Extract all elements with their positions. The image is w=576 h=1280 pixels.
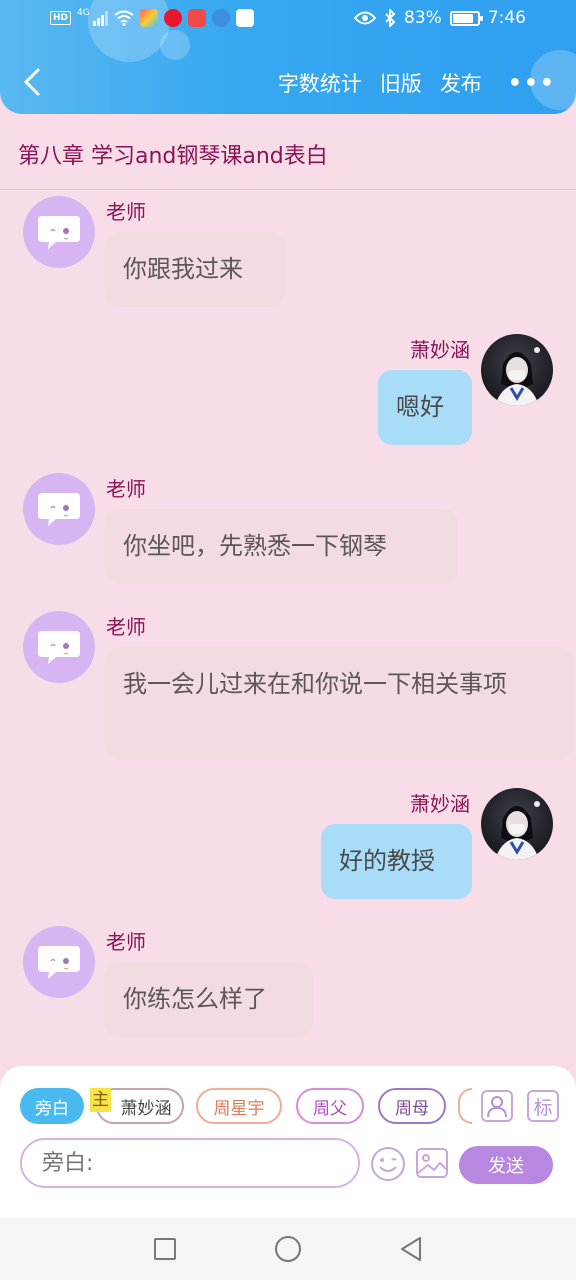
wifi-icon: [114, 10, 134, 26]
send-button[interactable]: 发送: [459, 1146, 553, 1184]
character-chip[interactable]: 周星宇: [196, 1088, 282, 1124]
user-photo: [495, 347, 540, 406]
teacher-avatar[interactable]: [23, 473, 95, 545]
sender-name: 老师: [106, 200, 146, 224]
image-icon[interactable]: [415, 1146, 449, 1180]
message-bubble[interactable]: 好的教授: [321, 824, 472, 899]
character-chip[interactable]: 周父: [296, 1088, 364, 1124]
teacher-avatar[interactable]: [23, 196, 95, 268]
user-avatar[interactable]: [481, 788, 553, 860]
network-type: 4G: [77, 8, 90, 18]
system-nav-bar: [0, 1218, 576, 1280]
message-bubble[interactable]: 嗯好: [378, 370, 472, 445]
sender-name: 萧妙涵: [410, 338, 470, 362]
message-bubble[interactable]: 你练怎么样了: [105, 962, 313, 1037]
character-chip-partial[interactable]: [458, 1088, 472, 1124]
main-tag: 主: [90, 1088, 111, 1112]
recent-apps-icon[interactable]: [154, 1238, 176, 1260]
sender-name: 老师: [106, 477, 146, 501]
character-chip[interactable]: 周母: [378, 1088, 446, 1124]
character-chip-main[interactable]: 主 萧妙涵: [90, 1088, 184, 1124]
eye-icon: [354, 11, 377, 25]
character-name: 萧妙涵: [120, 1098, 172, 1119]
user-avatar[interactable]: [481, 334, 553, 406]
chat-face-icon: [38, 631, 80, 664]
tag-button[interactable]: 标: [527, 1090, 559, 1122]
hd-badge: HD: [50, 11, 72, 25]
status-bar: HD 4G 83% 7:46: [0, 0, 576, 40]
clock: 7:46: [487, 8, 526, 28]
chat-face-icon: [38, 946, 80, 979]
narrator-chip[interactable]: 旁白: [20, 1088, 84, 1124]
chat-face-icon: [38, 216, 80, 249]
signal-icon: [92, 10, 108, 26]
bluetooth-icon: [385, 9, 396, 27]
message-bubble[interactable]: 我一会儿过来在和你说一下相关事项: [105, 647, 573, 760]
battery-percent: 83%: [404, 8, 442, 28]
message-bubble[interactable]: 你跟我过来: [105, 232, 285, 307]
message-bubble[interactable]: 你坐吧，先熟悉一下钢琴: [105, 509, 458, 584]
sender-name: 老师: [106, 615, 146, 639]
chat-face-icon: [38, 493, 80, 526]
header-actions: 字数统计 旧版 发布 •••: [278, 68, 556, 98]
word-count-button[interactable]: 字数统计: [278, 68, 362, 98]
teacher-avatar[interactable]: [23, 611, 95, 683]
user-photo: [495, 801, 540, 860]
chapter-title: 第八章 学习and钢琴课and表白: [0, 126, 576, 190]
sender-name: 老师: [106, 930, 146, 954]
back-icon[interactable]: [398, 1235, 424, 1263]
battery-icon: [449, 10, 483, 26]
back-arrow-icon[interactable]: [18, 64, 48, 100]
person-icon: [487, 1096, 507, 1118]
browser-icon: [211, 9, 230, 27]
more-menu-icon[interactable]: •••: [508, 71, 556, 96]
sender-name: 萧妙涵: [410, 792, 470, 816]
baidu-icon: [235, 9, 254, 27]
composer-panel: 旁白 主 萧妙涵 周星宇 周父 周母 标 发送: [0, 1066, 576, 1218]
weibo-icon: [163, 9, 182, 27]
publish-button[interactable]: 发布: [440, 68, 482, 98]
emoji-icon[interactable]: [370, 1146, 406, 1182]
old-version-button[interactable]: 旧版: [380, 68, 422, 98]
message-input[interactable]: [20, 1138, 360, 1188]
add-character-icon[interactable]: [481, 1090, 513, 1122]
app-header: HD 4G 83% 7:46 字数统计 旧版 发布 •••: [0, 0, 576, 114]
home-icon[interactable]: [275, 1236, 301, 1262]
app-notification-icon: [139, 9, 158, 27]
teacher-avatar[interactable]: [23, 926, 95, 998]
app-notification-icon: [187, 9, 206, 27]
